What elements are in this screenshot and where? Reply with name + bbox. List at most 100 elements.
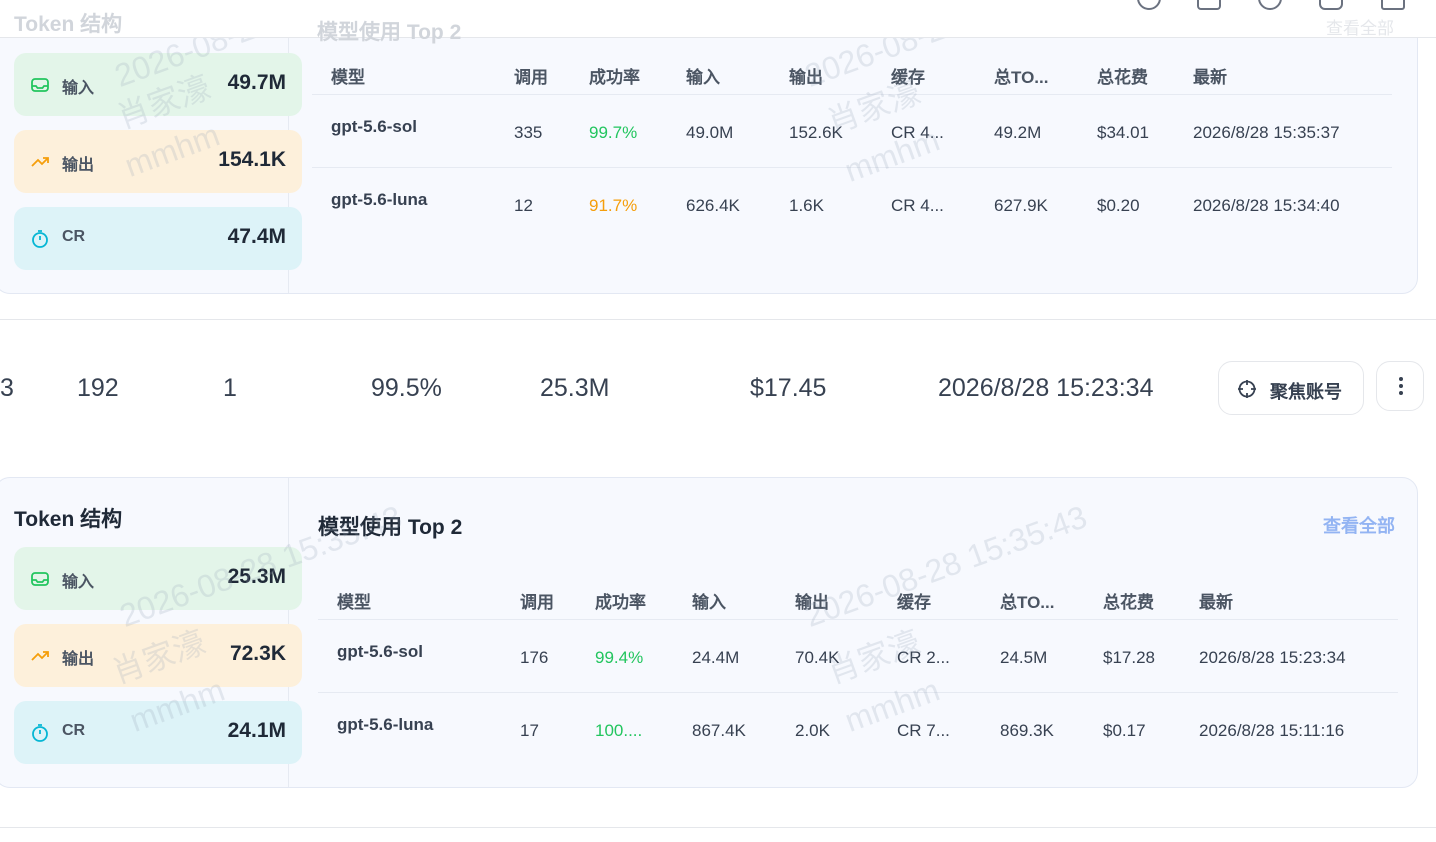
col-calls: 调用 [520, 593, 554, 612]
table-row[interactable]: gpt-5.6-luna 17 100.... 867.4K 2.0K CR 7… [318, 693, 1398, 766]
row-output: 152.6K [789, 123, 843, 142]
clock-icon[interactable] [1137, 0, 1161, 10]
col-total-tokens: 总TO... [994, 68, 1049, 87]
token-cr-label: CR [62, 722, 86, 739]
col-success: 成功率 [589, 68, 640, 87]
inbox-icon [31, 78, 49, 92]
ghost-table-title: 模型使用 Top 2 [317, 21, 462, 44]
token-input-value: 25.3M [227, 565, 286, 588]
token-input-label: 输入 [62, 80, 95, 97]
row-calls: 12 [514, 196, 533, 215]
focus-account-button[interactable]: 聚焦账号 [1218, 361, 1364, 415]
row-output: 70.4K [795, 648, 840, 667]
token-cr-value: 24.1M [227, 719, 286, 742]
row-success: 91.7% [589, 196, 638, 215]
more-vertical-icon [1399, 377, 1403, 395]
filter-icon[interactable] [1197, 0, 1221, 10]
account-success-rate: 99.5% [371, 374, 442, 402]
row-success: 99.7% [589, 123, 638, 142]
col-input: 输入 [686, 68, 720, 87]
row-cache: CR 4... [891, 123, 944, 142]
row-latest: 2026/8/28 15:35:37 [1193, 123, 1340, 142]
model-usage-table: 模型 调用 成功率 输入 输出 缓存 总TO... 总花费 最新 gpt-5.6… [318, 564, 1398, 766]
row-total-cost: $0.17 [1103, 721, 1146, 740]
col-output: 输出 [789, 68, 823, 87]
usage-page: 输入 49.7M 输出 154.1K CR 47.4M 模型 调用 成功率 输入… [0, 0, 1436, 842]
account-tokens: 25.3M [540, 374, 610, 402]
account-col-3: 1 [223, 374, 237, 402]
sparkle-icon[interactable] [1381, 0, 1405, 10]
view-all-link[interactable]: 查看全部 [1323, 512, 1395, 538]
table-row[interactable]: gpt-5.6-sol 176 99.4% 24.4M 70.4K CR 2..… [318, 620, 1398, 693]
row-total-tokens: 49.2M [994, 123, 1042, 142]
row-input: 49.0M [686, 123, 734, 142]
table-row[interactable]: gpt-5.6-luna 12 91.7% 626.4K 1.6K CR 4..… [312, 168, 1392, 241]
col-model: 模型 [337, 593, 371, 612]
table-header-row: 模型 调用 成功率 输入 输出 缓存 总TO... 总花费 最新 [312, 39, 1392, 95]
crosshair-icon [1238, 380, 1256, 398]
account-summary-row[interactable]: 3 192 1 99.5% 25.3M $17.45 2026/8/28 15:… [0, 334, 1436, 444]
row-cache: CR 7... [897, 721, 950, 740]
token-output-label: 输出 [62, 651, 95, 668]
token-cr-value: 47.4M [227, 225, 286, 248]
row-model: gpt-5.6-sol [331, 117, 417, 136]
account-latest: 2026/8/28 15:23:34 [938, 374, 1154, 402]
focus-account-label: 聚焦账号 [1270, 382, 1342, 402]
account-col-2: 192 [77, 374, 119, 402]
token-input-chip: 输入 49.7M [14, 53, 302, 116]
ghost-view-all-link[interactable]: 查看全部 [1326, 14, 1394, 39]
account-detail-panel-1: 输入 49.7M 输出 154.1K CR 47.4M 模型 调用 成功率 输入… [0, 0, 1418, 294]
account-cost: $17.45 [750, 374, 827, 402]
model-usage-title: 模型使用 Top 2 [318, 516, 463, 539]
row-input: 24.4M [692, 648, 740, 667]
row-latest: 2026/8/28 15:11:16 [1199, 721, 1345, 740]
token-cr-label: CR [62, 228, 86, 245]
row-cache: CR 4... [891, 196, 944, 215]
token-output-label: 输出 [62, 157, 95, 174]
token-output-chip: 输出 72.3K [14, 624, 302, 687]
token-output-chip: 输出 154.1K [14, 130, 302, 193]
row-total-tokens: 627.9K [994, 196, 1048, 215]
token-cr-chip: CR 24.1M [14, 701, 302, 764]
row-calls: 335 [514, 123, 543, 142]
timer-icon [32, 230, 48, 248]
col-cache: 缓存 [891, 68, 925, 87]
row-success: 100.... [595, 721, 643, 740]
row-input: 626.4K [686, 196, 740, 215]
timer-icon [32, 724, 48, 742]
row-total-tokens: 24.5M [1000, 648, 1048, 667]
inbox-icon [31, 572, 49, 586]
row-total-cost: $34.01 [1097, 123, 1149, 142]
row-model: gpt-5.6-sol [337, 642, 423, 661]
token-output-value: 154.1K [218, 148, 286, 171]
col-cache: 缓存 [897, 593, 931, 612]
col-output: 输出 [795, 593, 829, 612]
account-col-1: 3 [0, 374, 14, 402]
row-output: 1.6K [789, 196, 824, 215]
token-input-label: 输入 [62, 574, 95, 591]
token-structure-title: Token 结构 [14, 508, 123, 531]
trending-up-icon [31, 651, 49, 661]
ghost-token-title: Token 结构 [14, 13, 123, 36]
token-input-value: 49.7M [227, 71, 286, 94]
monitor-icon[interactable] [1319, 0, 1343, 10]
row-total-cost: $17.28 [1103, 648, 1155, 667]
row-success: 99.4% [595, 648, 644, 667]
more-actions-button[interactable] [1376, 361, 1424, 411]
row-calls: 17 [520, 721, 539, 740]
table-header-row: 模型 调用 成功率 输入 输出 缓存 总TO... 总花费 最新 [318, 564, 1398, 620]
globe-icon[interactable] [1258, 0, 1282, 10]
col-latest: 最新 [1199, 593, 1233, 612]
trending-up-icon [31, 157, 49, 167]
row-total-tokens: 869.3K [1000, 721, 1054, 740]
table-row[interactable]: gpt-5.6-sol 335 99.7% 49.0M 152.6K CR 4.… [312, 95, 1392, 168]
token-cr-chip: CR 47.4M [14, 207, 302, 270]
row-output: 2.0K [795, 721, 830, 740]
token-structure-column: 输入 49.7M 输出 154.1K CR 47.4M [1, 0, 302, 293]
row-total-cost: $0.20 [1097, 196, 1140, 215]
row-latest: 2026/8/28 15:34:40 [1193, 196, 1340, 215]
col-total-tokens: 总TO... [1000, 593, 1055, 612]
token-input-chip: 输入 25.3M [14, 547, 302, 610]
col-latest: 最新 [1193, 68, 1227, 87]
row-input: 867.4K [692, 721, 746, 740]
